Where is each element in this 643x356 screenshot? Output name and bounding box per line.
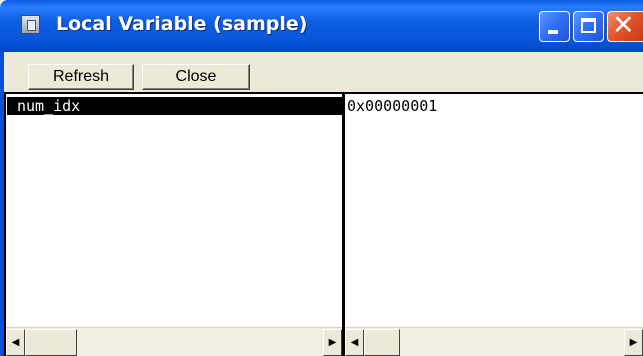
close-window-button[interactable]: ✕ [607, 10, 643, 42]
close-button[interactable]: Close [142, 64, 250, 90]
scroll-thumb[interactable] [25, 329, 77, 356]
maximize-button[interactable] [573, 11, 604, 42]
window-app-icon[interactable] [21, 15, 40, 34]
scroll-left-button[interactable]: ◀ [6, 329, 25, 356]
toolbar: Refresh Close [4, 52, 643, 92]
maximize-icon [581, 18, 596, 33]
minimize-button[interactable] [539, 11, 570, 42]
right-horizontal-scrollbar[interactable]: ◀ ▶ [345, 327, 643, 356]
variable-value-item[interactable]: 0x00000001 [347, 97, 437, 115]
arrow-right-icon: ▶ [328, 337, 337, 348]
scroll-thumb[interactable] [364, 329, 400, 356]
variable-name-pane[interactable]: num_idx [4, 92, 342, 356]
left-horizontal-scrollbar[interactable]: ◀ ▶ [6, 327, 342, 356]
title-bar[interactable]: Local Variable (sample) ✕ [0, 0, 643, 52]
close-icon: ✕ [612, 10, 635, 41]
variable-name-item[interactable]: num_idx [7, 97, 342, 115]
window-title: Local Variable (sample) [56, 13, 308, 35]
scroll-left-button[interactable]: ◀ [345, 329, 364, 356]
variable-value-pane[interactable]: 0x00000001 [342, 92, 643, 356]
minimize-icon [548, 30, 558, 34]
refresh-button[interactable]: Refresh [28, 64, 134, 90]
arrow-left-icon: ◀ [350, 337, 359, 348]
local-variable-window: Local Variable (sample) ✕ Refresh Close … [0, 0, 643, 356]
arrow-right-icon: ▶ [629, 337, 638, 348]
arrow-left-icon: ◀ [11, 337, 20, 348]
scroll-right-button[interactable]: ▶ [323, 329, 342, 356]
scroll-right-button[interactable]: ▶ [624, 329, 643, 356]
